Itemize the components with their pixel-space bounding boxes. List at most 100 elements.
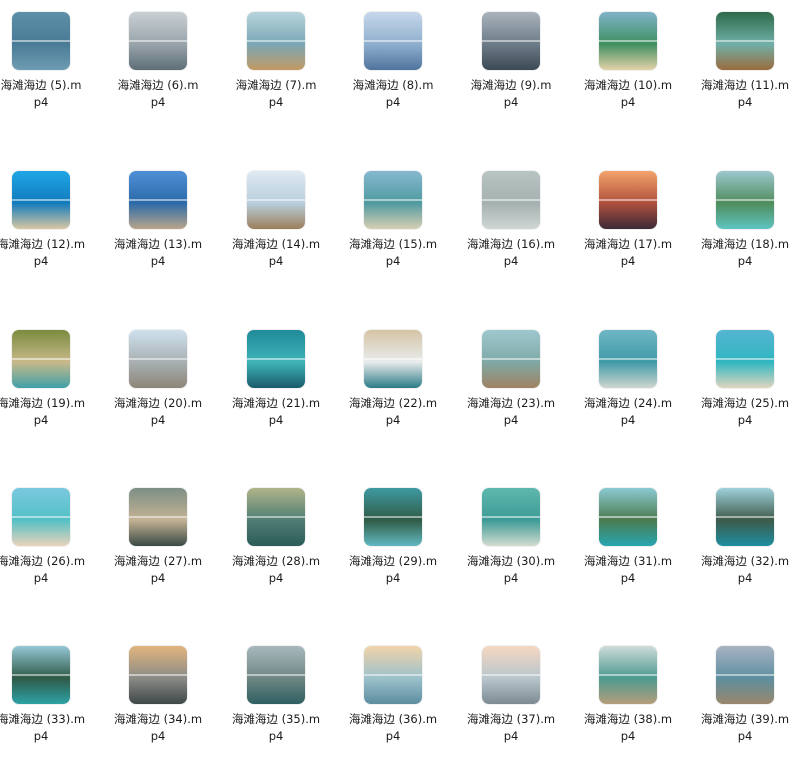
- video-file-item[interactable]: 海滩海边 (17).m p4: [578, 171, 678, 289]
- video-thumbnail: [247, 646, 305, 704]
- video-file-item[interactable]: 海滩海边 (36).m p4: [343, 646, 443, 764]
- video-file-item[interactable]: 海滩海边 (14).m p4: [226, 171, 326, 289]
- video-file-item[interactable]: 海滩海边 (5).m p4: [0, 12, 91, 130]
- video-file-item[interactable]: 海滩海边 (30).m p4: [461, 488, 561, 606]
- file-name-label: 海滩海边 (21).m p4: [226, 395, 326, 429]
- file-name-line-2: p4: [620, 413, 636, 427]
- thumbnail-horizon: [716, 674, 774, 676]
- file-name-label: 海滩海边 (8).m p4: [343, 77, 443, 111]
- video-file-item[interactable]: 海滩海边 (18).m p4: [695, 171, 795, 289]
- thumbnail-horizon: [129, 199, 187, 201]
- video-file-item[interactable]: 海滩海边 (25).m p4: [695, 330, 795, 448]
- file-name-label: 海滩海边 (18).m p4: [695, 236, 795, 270]
- file-name-line-2: p4: [737, 254, 753, 268]
- file-name-line-1: 海滩海边 (9).m: [470, 78, 552, 92]
- video-thumbnail: [599, 646, 657, 704]
- file-name-label: 海滩海边 (12).m p4: [0, 236, 91, 270]
- file-name-line-1: 海滩海边 (16).m: [466, 237, 556, 251]
- video-thumbnail: [716, 171, 774, 229]
- file-name-line-1: 海滩海边 (36).m: [348, 712, 438, 726]
- thumbnail-horizon: [716, 516, 774, 518]
- file-name-line-1: 海滩海边 (10).m: [583, 78, 673, 92]
- file-name-label: 海滩海边 (25).m p4: [695, 395, 795, 429]
- file-name-line-1: 海滩海边 (18).m: [700, 237, 790, 251]
- file-name-line-1: 海滩海边 (24).m: [583, 396, 673, 410]
- file-name-line-1: 海滩海边 (19).m: [0, 396, 86, 410]
- file-name-line-1: 海滩海边 (15).m: [348, 237, 438, 251]
- video-file-item[interactable]: 海滩海边 (9).m p4: [461, 12, 561, 130]
- file-name-label: 海滩海边 (36).m p4: [343, 711, 443, 745]
- video-file-item[interactable]: 海滩海边 (19).m p4: [0, 330, 91, 448]
- file-name-line-2: p4: [150, 95, 166, 109]
- thumbnail-horizon: [482, 199, 540, 201]
- video-thumbnail: [482, 171, 540, 229]
- video-file-item[interactable]: 海滩海边 (28).m p4: [226, 488, 326, 606]
- file-name-label: 海滩海边 (13).m p4: [108, 236, 208, 270]
- thumbnail-horizon: [482, 516, 540, 518]
- file-name-line-1: 海滩海边 (23).m: [466, 396, 556, 410]
- file-name-line-1: 海滩海边 (22).m: [348, 396, 438, 410]
- video-file-item[interactable]: 海滩海边 (31).m p4: [578, 488, 678, 606]
- video-file-item[interactable]: 海滩海边 (12).m p4: [0, 171, 91, 289]
- file-name-line-2: p4: [737, 729, 753, 743]
- file-name-line-1: 海滩海边 (7).m: [235, 78, 317, 92]
- video-file-item[interactable]: 海滩海边 (20).m p4: [108, 330, 208, 448]
- video-file-item[interactable]: 海滩海边 (8).m p4: [343, 12, 443, 130]
- file-name-line-2: p4: [268, 254, 284, 268]
- video-file-item[interactable]: 海滩海边 (27).m p4: [108, 488, 208, 606]
- thumbnail-horizon: [12, 358, 70, 360]
- video-file-item[interactable]: 海滩海边 (24).m p4: [578, 330, 678, 448]
- file-name-line-2: p4: [385, 413, 401, 427]
- video-file-item[interactable]: 海滩海边 (13).m p4: [108, 171, 208, 289]
- video-file-item[interactable]: 海滩海边 (10).m p4: [578, 12, 678, 130]
- video-thumbnail: [716, 646, 774, 704]
- thumbnail-horizon: [716, 40, 774, 42]
- video-file-item[interactable]: 海滩海边 (7).m p4: [226, 12, 326, 130]
- file-name-label: 海滩海边 (16).m p4: [461, 236, 561, 270]
- thumbnail-horizon: [364, 40, 422, 42]
- video-file-item[interactable]: 海滩海边 (6).m p4: [108, 12, 208, 130]
- file-name-line-1: 海滩海边 (32).m: [700, 554, 790, 568]
- video-thumbnail: [129, 330, 187, 388]
- video-file-item[interactable]: 海滩海边 (33).m p4: [0, 646, 91, 764]
- video-file-item[interactable]: 海滩海边 (39).m p4: [695, 646, 795, 764]
- file-name-line-1: 海滩海边 (31).m: [583, 554, 673, 568]
- file-name-line-2: p4: [620, 571, 636, 585]
- video-file-item[interactable]: 海滩海边 (35).m p4: [226, 646, 326, 764]
- file-name-label: 海滩海边 (31).m p4: [578, 553, 678, 587]
- file-name-line-1: 海滩海边 (8).m: [352, 78, 434, 92]
- video-file-item[interactable]: 海滩海边 (34).m p4: [108, 646, 208, 764]
- video-file-item[interactable]: 海滩海边 (22).m p4: [343, 330, 443, 448]
- file-name-line-2: p4: [503, 254, 519, 268]
- file-name-line-1: 海滩海边 (29).m: [348, 554, 438, 568]
- file-name-line-2: p4: [503, 413, 519, 427]
- file-name-label: 海滩海边 (35).m p4: [226, 711, 326, 745]
- video-thumbnail: [364, 646, 422, 704]
- thumbnail-horizon: [716, 199, 774, 201]
- video-thumbnail: [482, 646, 540, 704]
- video-thumbnail: [482, 12, 540, 70]
- thumbnail-horizon: [129, 40, 187, 42]
- video-file-item[interactable]: 海滩海边 (15).m p4: [343, 171, 443, 289]
- video-file-item[interactable]: 海滩海边 (23).m p4: [461, 330, 561, 448]
- file-name-label: 海滩海边 (14).m p4: [226, 236, 326, 270]
- file-name-line-1: 海滩海边 (12).m: [0, 237, 86, 251]
- video-file-item[interactable]: 海滩海边 (37).m p4: [461, 646, 561, 764]
- video-file-item[interactable]: 海滩海边 (29).m p4: [343, 488, 443, 606]
- file-name-line-2: p4: [33, 571, 49, 585]
- video-file-item[interactable]: 海滩海边 (26).m p4: [0, 488, 91, 606]
- file-name-line-1: 海滩海边 (37).m: [466, 712, 556, 726]
- video-file-item[interactable]: 海滩海边 (38).m p4: [578, 646, 678, 764]
- video-file-item[interactable]: 海滩海边 (11).m p4: [695, 12, 795, 130]
- thumbnail-horizon: [129, 358, 187, 360]
- video-file-item[interactable]: 海滩海边 (16).m p4: [461, 171, 561, 289]
- video-file-item[interactable]: 海滩海边 (32).m p4: [695, 488, 795, 606]
- file-name-line-2: p4: [150, 254, 166, 268]
- video-thumbnail: [716, 12, 774, 70]
- file-name-line-2: p4: [150, 729, 166, 743]
- thumbnail-horizon: [247, 199, 305, 201]
- file-name-line-2: p4: [385, 729, 401, 743]
- thumbnail-horizon: [599, 199, 657, 201]
- thumbnail-horizon: [364, 516, 422, 518]
- video-file-item[interactable]: 海滩海边 (21).m p4: [226, 330, 326, 448]
